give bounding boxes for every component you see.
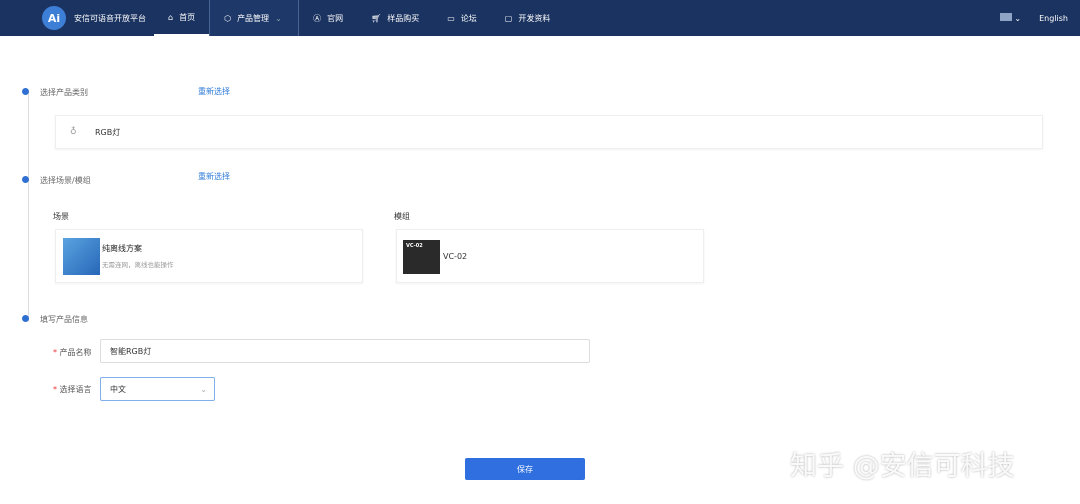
step-label: 选择场景/模组 bbox=[40, 176, 91, 185]
module-header: 模组 bbox=[394, 212, 410, 221]
logo[interactable]: Ai bbox=[42, 6, 66, 30]
required-mark: * bbox=[53, 385, 57, 394]
category-name: RGB灯 bbox=[95, 128, 121, 137]
step-label: 填写产品信息 bbox=[40, 315, 88, 324]
nav-label: 首页 bbox=[179, 12, 196, 22]
reset-scene-link[interactable]: 重新选择 bbox=[198, 171, 230, 182]
language-label: * 选择语言 bbox=[53, 384, 92, 395]
cart-icon: 🛒︎ bbox=[371, 13, 382, 23]
nav-dev-docs[interactable]: ▢ 开发资料 bbox=[491, 0, 565, 36]
nav-forum[interactable]: ▭ 论坛 bbox=[433, 0, 491, 36]
box-icon: ⬡ bbox=[224, 13, 232, 23]
module-card[interactable]: VC-02 VC-02 bbox=[396, 229, 704, 283]
chat-icon: ▭ bbox=[447, 13, 455, 23]
chevron-down-icon: ⌄ bbox=[200, 384, 207, 394]
chevron-down-icon: ⌄ bbox=[1014, 14, 1022, 23]
home-icon: ⌂ bbox=[168, 12, 174, 22]
step-dot bbox=[22, 88, 29, 95]
language-value: 中文 bbox=[110, 384, 126, 394]
scene-header: 场景 bbox=[53, 212, 69, 221]
save-button[interactable]: 保存 bbox=[465, 458, 585, 480]
language-switch[interactable]: English bbox=[1039, 14, 1068, 23]
top-nav: Ai 安信可语音开放平台 ⌂ 首页 ⬡ 产品管理 ⌄ Ⓐ 官网 🛒︎ 样品购买 ▭ 论坛 ▢… bbox=[0, 0, 1080, 36]
category-card[interactable]: ♁ RGB灯 bbox=[55, 115, 1043, 149]
label-text: 产品名称 bbox=[59, 348, 92, 357]
scene-title: 纯离线方案 bbox=[102, 244, 142, 253]
nav-label: 开发资料 bbox=[518, 13, 551, 23]
nav-label: 产品管理 bbox=[237, 13, 270, 23]
step-label: 选择产品类别 bbox=[40, 88, 88, 97]
required-mark: * bbox=[53, 348, 57, 357]
bulb-icon: ♁ bbox=[70, 127, 77, 137]
label-text: 选择语言 bbox=[59, 385, 92, 394]
step-dot bbox=[22, 315, 29, 322]
watermark: 知乎 @安信可科技 bbox=[790, 451, 1015, 482]
product-name-input[interactable]: 智能RGB灯 bbox=[100, 339, 590, 363]
nav-label: 样品购买 bbox=[387, 13, 420, 23]
nav-product-management[interactable]: ⬡ 产品管理 ⌄ bbox=[209, 0, 300, 36]
ai-icon: Ⓐ bbox=[313, 13, 322, 23]
scene-card[interactable]: 纯离线方案 无需连网，离线也能操作 bbox=[55, 229, 363, 283]
brand-name[interactable]: 安信可语音开放平台 bbox=[74, 13, 146, 24]
nav-label: 官网 bbox=[327, 13, 344, 23]
flag-icon bbox=[999, 13, 1012, 21]
product-name-label: * 产品名称 bbox=[53, 347, 92, 358]
module-chip-image: VC-02 bbox=[403, 240, 440, 274]
flag-dropdown[interactable]: ⌄ bbox=[999, 13, 1022, 23]
nav-sample-purchase[interactable]: 🛒︎ 样品购买 bbox=[357, 0, 433, 36]
doc-icon: ▢ bbox=[504, 13, 513, 23]
chevron-down-icon: ⌄ bbox=[275, 13, 282, 23]
step-dot bbox=[22, 176, 29, 183]
nav-home[interactable]: ⌂ 首页 bbox=[154, 0, 210, 36]
steps-line bbox=[28, 92, 29, 322]
language-select[interactable]: 中文 ⌄ bbox=[100, 377, 215, 401]
scene-desc: 无需连网，离线也能操作 bbox=[102, 261, 174, 269]
nav-official-site[interactable]: Ⓐ 官网 bbox=[299, 0, 357, 36]
reset-category-link[interactable]: 重新选择 bbox=[198, 86, 230, 97]
nav-label: 论坛 bbox=[460, 13, 477, 23]
scene-image bbox=[63, 238, 100, 275]
module-name: VC-02 bbox=[443, 252, 468, 261]
